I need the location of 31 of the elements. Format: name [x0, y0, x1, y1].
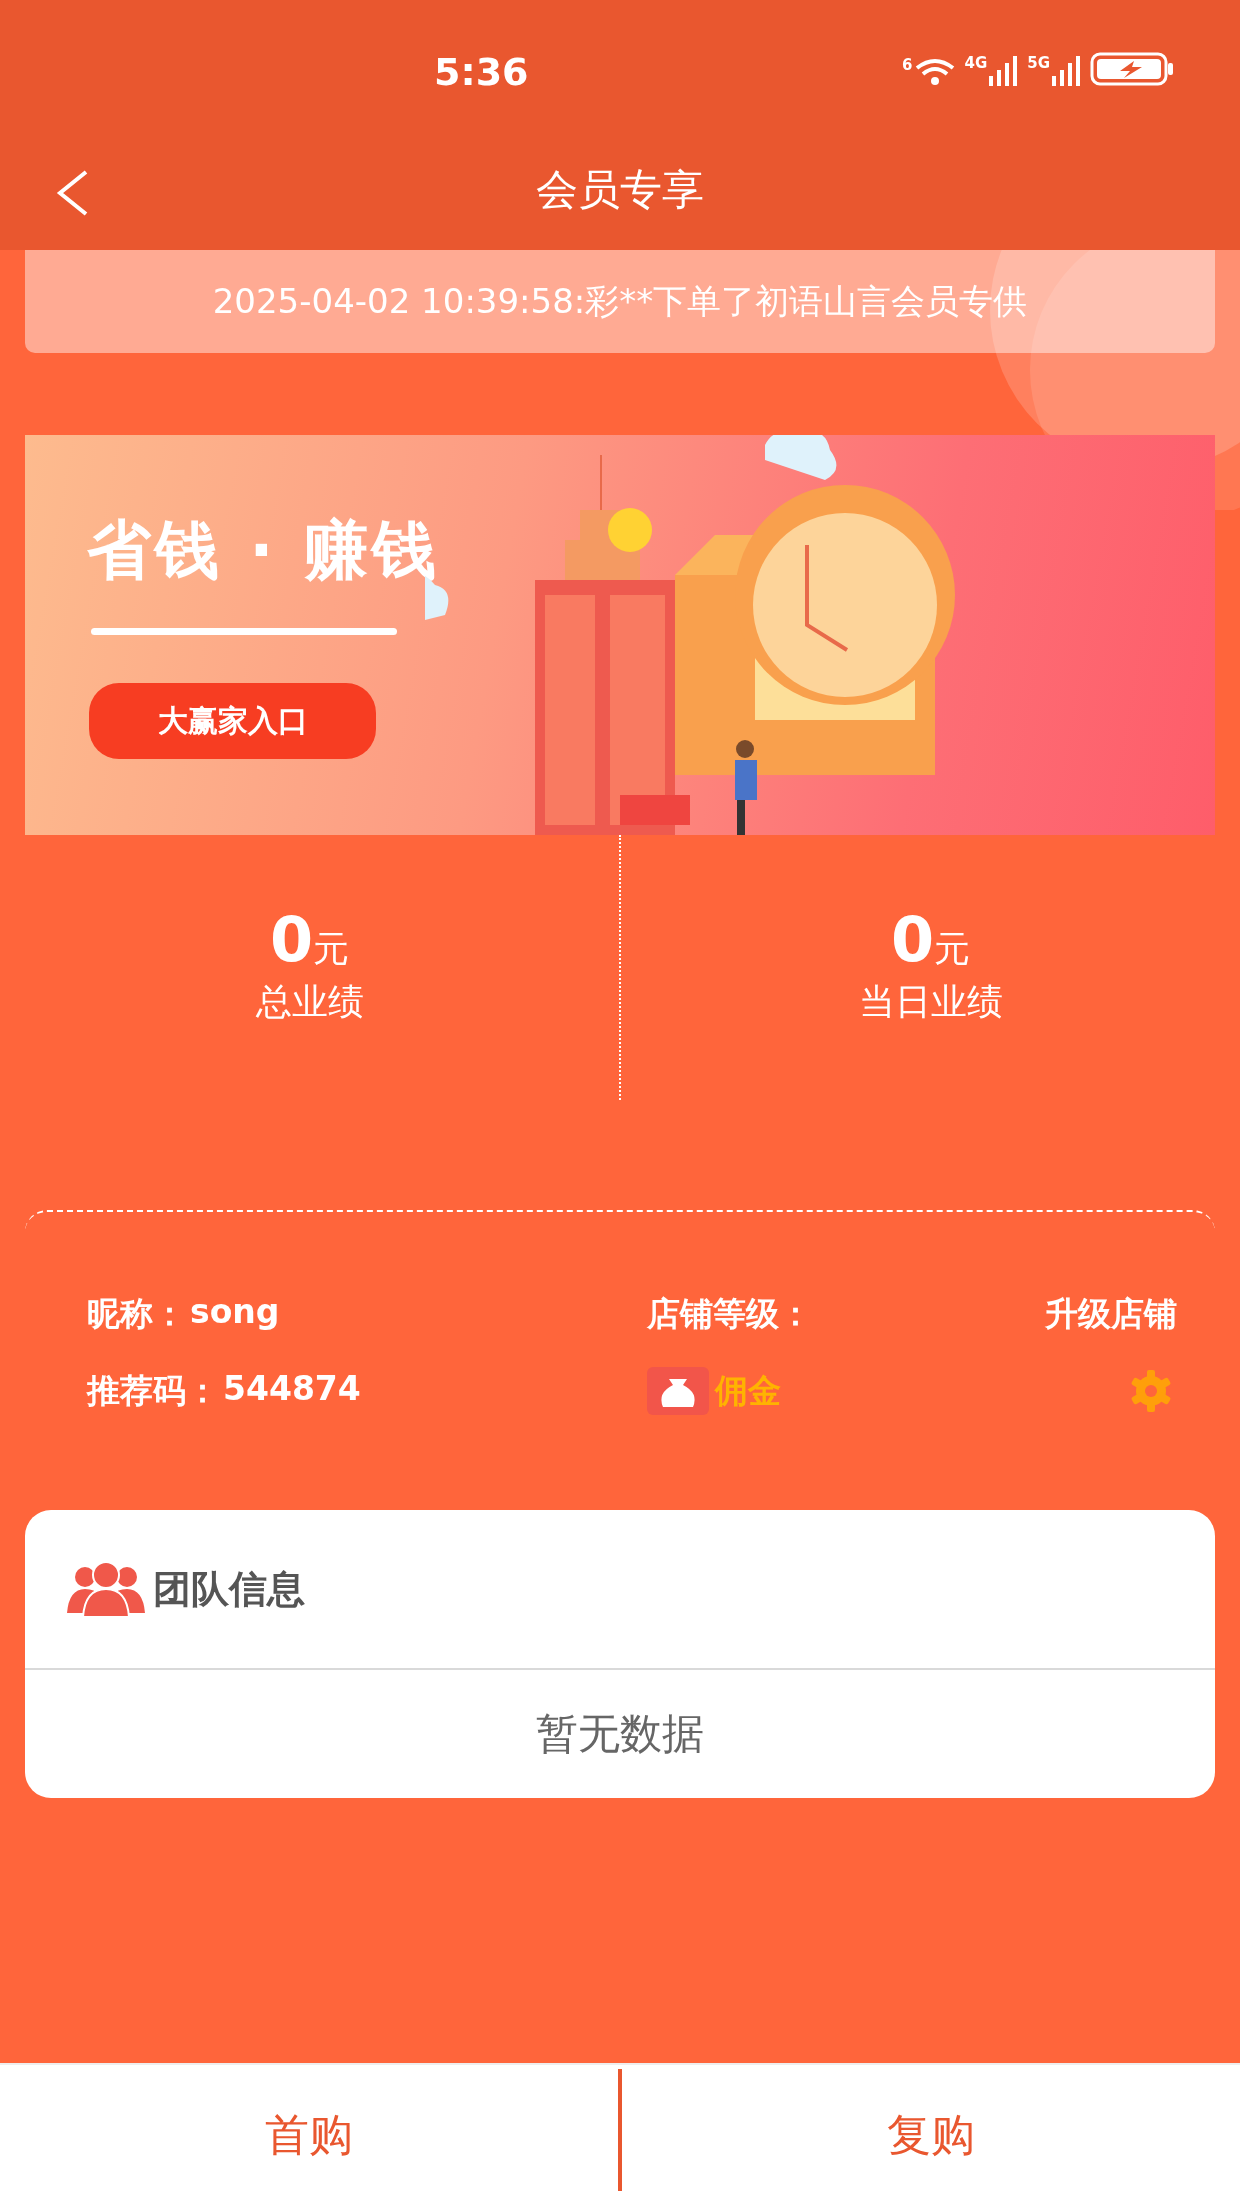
- network-label: 4G: [964, 56, 988, 71]
- empty-message: 暂无数据: [535, 1708, 705, 1760]
- team-info-title: 团队信息: [153, 1565, 305, 1613]
- banner-headline: 省钱 · 赚钱: [87, 512, 440, 589]
- commission-label: 佣金: [715, 1369, 781, 1412]
- signal-icon: [1052, 56, 1080, 86]
- signal-icon: [989, 56, 1018, 86]
- money-bag-icon: [647, 1367, 709, 1415]
- network-label: 5G: [1027, 56, 1050, 71]
- stat-value: 0: [269, 908, 314, 971]
- nickname-label: 昵称：: [87, 1292, 186, 1335]
- stat-value: 0: [890, 908, 935, 971]
- battery-charging-icon: [1090, 52, 1174, 86]
- upgrade-store-link[interactable]: 升级店铺: [1045, 1291, 1177, 1337]
- tab[interactable]: 复购: [622, 2065, 1240, 2205]
- stat-label: 总业绩: [255, 979, 364, 1024]
- wifi-icon: [914, 58, 955, 86]
- team-icon: [67, 1561, 145, 1617]
- tab[interactable]: 首购: [0, 2065, 618, 2205]
- currency-unit: 元: [313, 926, 350, 971]
- stat-label: 当日业绩: [858, 979, 1003, 1024]
- referral-code-label: 推荐码：: [87, 1369, 219, 1412]
- currency-unit: 元: [934, 926, 971, 971]
- store-level-label: 店铺等级：: [647, 1292, 812, 1335]
- status-time: 5:36: [434, 50, 529, 94]
- nickname-value: song: [190, 1291, 280, 1333]
- referral-code-value: 544874: [223, 1368, 361, 1410]
- promo-banner[interactable]: 省钱 · 赚钱 大赢家入口: [25, 435, 1215, 835]
- page-title: 会员专享: [536, 164, 704, 216]
- enter-button[interactable]: 大赢家入口: [89, 683, 376, 759]
- wifi-label: 6: [902, 58, 913, 73]
